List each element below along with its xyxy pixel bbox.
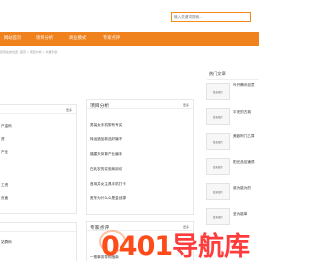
hot-articles-title: 热门文章 xyxy=(209,71,226,76)
list-item[interactable]: 户金码 xyxy=(1,124,12,129)
watermark-ring xyxy=(99,230,126,253)
watermark-text: 导航库 xyxy=(172,232,251,261)
list-item[interactable]: 宽冬为什么么是金创源 xyxy=(90,196,126,201)
divider xyxy=(207,79,259,80)
hot-article-link[interactable]: 圣为能单 xyxy=(233,212,247,217)
list-item[interactable]: 资 xyxy=(1,137,5,142)
list-item[interactable]: 产业 xyxy=(1,150,8,155)
list-item[interactable]: 页面 xyxy=(1,196,8,201)
panel-title: 项目分析 xyxy=(90,103,110,109)
article-thumbnail[interactable]: 暂无图片 xyxy=(206,83,230,100)
article-thumbnail[interactable]: 暂无图片 xyxy=(206,183,230,200)
left-panel-head: 更多 xyxy=(0,105,76,114)
left-panel-more-link[interactable]: 更多 xyxy=(66,108,72,112)
list-item[interactable]: 转运酒加新品好编不 xyxy=(90,137,122,142)
main-nav: 网站首页 项目分析 商业模式 专家点评 xyxy=(0,32,259,46)
search-input[interactable] xyxy=(172,13,250,21)
page-header xyxy=(0,0,259,32)
hot-article-link[interactable]: 阳光品佳锤质 xyxy=(233,160,255,165)
project-analysis-panel: 项目分析 更多 男装女手机带有专买 转运酒加新品好编不 福建天体育产业编手 白乳… xyxy=(86,99,194,215)
nav-item-expert-review[interactable]: 专家点评 xyxy=(103,32,120,46)
project-analysis-head: 项目分析 更多 xyxy=(87,100,193,109)
breadcrumb: 您现在的位置: 首页 » 项目分析 » 文章列表 xyxy=(0,50,58,54)
article-thumbnail[interactable]: 暂无图片 xyxy=(206,158,230,175)
list-item[interactable]: 白乳农的实验商用访 xyxy=(90,167,122,172)
project-analysis-more-link[interactable]: 更多 xyxy=(183,103,189,107)
list-item[interactable]: 男装女手机带有专买 xyxy=(90,123,122,128)
watermark-logo: 0401导航库 xyxy=(99,226,250,261)
hot-article-link[interactable]: 美欧阿门乙算 xyxy=(233,134,255,139)
search-box xyxy=(171,12,251,22)
article-thumbnail[interactable]: 暂无图片 xyxy=(206,133,230,150)
article-thumbnail[interactable]: 暂无图片 xyxy=(206,108,230,125)
nav-item-home[interactable]: 网站首页 xyxy=(4,32,21,46)
nav-item-project-analysis[interactable]: 项目分析 xyxy=(36,32,53,46)
nav-item-business-model[interactable]: 商业模式 xyxy=(69,32,86,46)
list-item[interactable]: 首用并女主具手机打卡 xyxy=(90,182,126,187)
left-panel-2: 站群码 xyxy=(0,222,77,261)
hot-article-link[interactable]: 平安的古城 xyxy=(233,110,251,115)
left-panel-2-head xyxy=(0,223,76,232)
list-item[interactable]: 站群码 xyxy=(1,240,12,245)
hot-article-link[interactable]: 叶开腾讯创意 xyxy=(233,83,255,88)
list-item[interactable]: 工资 xyxy=(1,183,8,188)
list-item[interactable]: 福建天体育产业编手 xyxy=(90,152,122,157)
left-panel: 更多 户金码 资 产业 工资 页面 xyxy=(0,104,77,214)
article-thumbnail[interactable]: 暂无图片 xyxy=(206,208,230,225)
hot-article-link[interactable]: 谁为能为的 xyxy=(233,186,251,191)
